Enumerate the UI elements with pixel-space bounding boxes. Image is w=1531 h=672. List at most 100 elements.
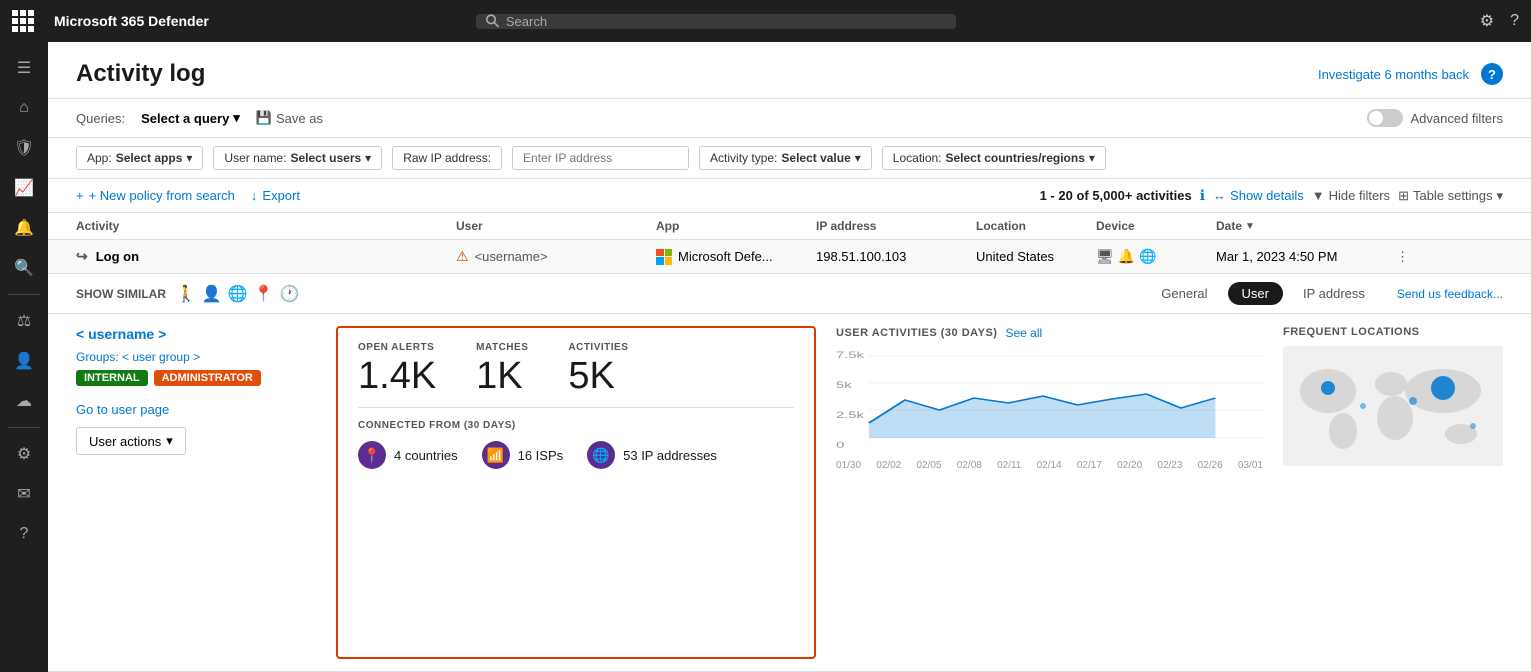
show-details-button[interactable]: ↔ Show details bbox=[1213, 188, 1304, 203]
send-feedback-link[interactable]: Send us feedback... bbox=[1397, 287, 1503, 301]
sidebar-item-settings[interactable]: ⚙ bbox=[4, 436, 44, 472]
x-label-9: 02/26 bbox=[1198, 460, 1223, 471]
stats-box: OPEN ALERTS 1.4K MATCHES 1K ACTIVITIES 5… bbox=[336, 326, 816, 659]
table-settings-button[interactable]: ⊞ Table settings ▾ bbox=[1398, 188, 1503, 204]
sidebar-item-mail[interactable]: ✉ bbox=[4, 476, 44, 512]
x-label-4: 02/11 bbox=[997, 460, 1021, 471]
activity-filter[interactable]: Activity type: Select value ▾ bbox=[699, 146, 872, 170]
world-map-svg bbox=[1283, 346, 1503, 466]
user-value: <username> bbox=[475, 249, 548, 264]
activities-label: ACTIVITIES bbox=[568, 342, 628, 353]
user-card-groups: Groups: < user group > bbox=[76, 350, 316, 364]
chevron-down-icon: ▾ bbox=[233, 110, 240, 126]
ip-icon[interactable]: 🌐 bbox=[228, 284, 248, 304]
sidebar-item-actions[interactable]: ⚖ bbox=[4, 303, 44, 339]
tab-user[interactable]: User bbox=[1228, 282, 1283, 305]
user-card-name[interactable]: < username > bbox=[76, 326, 316, 342]
sidebar-item-identity[interactable]: 👤 bbox=[4, 343, 44, 379]
x-label-5: 02/14 bbox=[1037, 460, 1062, 471]
tab-ip[interactable]: IP address bbox=[1289, 282, 1379, 305]
badge-internal: INTERNAL bbox=[76, 370, 148, 386]
tabs-area: General User IP address Send us feedback… bbox=[1147, 282, 1503, 305]
activity-value: Log on bbox=[96, 249, 139, 264]
info-icon: ℹ bbox=[1200, 187, 1205, 204]
export-button[interactable]: ↓ Export bbox=[251, 188, 300, 203]
user-cell: ⚠ <username> bbox=[456, 248, 656, 265]
open-alerts-label: OPEN ALERTS bbox=[358, 342, 436, 353]
activity-cell: ↪ Log on bbox=[76, 248, 456, 265]
user-icon[interactable]: 👤 bbox=[202, 284, 222, 304]
location-filter-value: Select countries/regions bbox=[946, 151, 1085, 165]
row-more-icon[interactable]: ⋮ bbox=[1396, 249, 1426, 265]
clock-icon[interactable]: 🕐 bbox=[280, 284, 300, 304]
sidebar-item-cloud[interactable]: ☁ bbox=[4, 383, 44, 419]
globe-icon: 🌐 bbox=[1139, 248, 1156, 265]
chevron-app-icon: ▾ bbox=[186, 151, 192, 165]
location-icon-stat: 📍 bbox=[358, 441, 386, 469]
settings-icon[interactable]: ⚙ bbox=[1480, 11, 1494, 31]
group-link[interactable]: < user group > bbox=[122, 350, 200, 364]
save-icon: 💾 bbox=[256, 110, 272, 126]
filters-row: App: Select apps ▾ User name: Select use… bbox=[48, 138, 1531, 179]
location-filter[interactable]: Location: Select countries/regions ▾ bbox=[882, 146, 1106, 170]
sidebar-item-home[interactable]: ⌂ bbox=[4, 90, 44, 126]
hide-filters-button[interactable]: ▼ Hide filters bbox=[1312, 188, 1390, 203]
activities-value: 5K bbox=[568, 357, 628, 395]
help-button[interactable]: ? bbox=[1481, 63, 1503, 85]
sidebar-item-alerts[interactable]: 🔔 bbox=[4, 210, 44, 246]
download-icon: ↓ bbox=[251, 188, 258, 203]
waffle-menu[interactable] bbox=[12, 10, 34, 32]
user-actions-button[interactable]: User actions ▾ bbox=[76, 427, 186, 455]
ip-icon-stat: 🌐 bbox=[587, 441, 615, 469]
ip-filter-input[interactable] bbox=[512, 146, 689, 170]
sidebar-item-shield[interactable]: 🛡 bbox=[4, 130, 44, 166]
svg-text:2.5k: 2.5k bbox=[836, 410, 865, 420]
col-date-sort[interactable]: Date ▼ bbox=[1216, 219, 1396, 233]
svg-text:0: 0 bbox=[836, 440, 844, 450]
app-title: Microsoft 365 Defender bbox=[54, 13, 209, 29]
sidebar-item-help[interactable]: ? bbox=[4, 516, 44, 552]
chart-labels: 01/30 02/02 02/05 02/08 02/11 02/14 02/1… bbox=[836, 460, 1263, 471]
hide-filters-label: Hide filters bbox=[1329, 188, 1390, 203]
tab-general[interactable]: General bbox=[1147, 282, 1221, 305]
search-bar[interactable] bbox=[476, 14, 956, 29]
sidebar-item-chart[interactable]: 📈 bbox=[4, 170, 44, 206]
go-to-user-link[interactable]: Go to user page bbox=[76, 402, 316, 417]
col-app: App bbox=[656, 219, 816, 233]
new-policy-button[interactable]: + + New policy from search bbox=[76, 188, 235, 203]
countries-value: 4 countries bbox=[394, 448, 458, 463]
stats-top: OPEN ALERTS 1.4K MATCHES 1K ACTIVITIES 5… bbox=[358, 342, 794, 408]
table-row[interactable]: ↪ Log on ⚠ <username> Microsoft Defe... … bbox=[48, 240, 1531, 274]
help-icon[interactable]: ? bbox=[1510, 12, 1519, 30]
sidebar-item-search[interactable]: 🔍 bbox=[4, 250, 44, 286]
arrow-right-icon: ↔ bbox=[1213, 188, 1226, 203]
show-details-label: Show details bbox=[1230, 188, 1304, 203]
sidebar: ☰ ⌂ 🛡 📈 🔔 🔍 ⚖ 👤 ☁ ⚙ ✉ ? bbox=[0, 42, 48, 672]
search-input[interactable] bbox=[506, 14, 947, 29]
see-all-link[interactable]: See all bbox=[1005, 326, 1042, 340]
investigate-link[interactable]: Investigate 6 months back bbox=[1318, 67, 1469, 82]
map-title: FREQUENT LOCATIONS bbox=[1283, 326, 1503, 338]
app-filter[interactable]: App: Select apps ▾ bbox=[76, 146, 203, 170]
person-icon[interactable]: 🚶 bbox=[176, 284, 196, 304]
sidebar-item-menu[interactable]: ☰ bbox=[4, 50, 44, 86]
monitor-icon: 🖥 bbox=[1096, 248, 1114, 265]
nav-icons: ⚙ ? bbox=[1480, 11, 1519, 31]
chevron-table-icon: ▾ bbox=[1496, 188, 1503, 204]
search-icon bbox=[486, 14, 499, 28]
activity-count: 1 - 20 of 5,000+ activities bbox=[1040, 188, 1192, 203]
matches-label: MATCHES bbox=[476, 342, 528, 353]
user-filter[interactable]: User name: Select users ▾ bbox=[213, 146, 382, 170]
select-query-dropdown[interactable]: Select a query ▾ bbox=[141, 110, 240, 126]
chart-header: USER ACTIVITIES (30 DAYS) See all bbox=[836, 326, 1263, 340]
chevron-user-icon: ▾ bbox=[365, 151, 371, 165]
app-filter-label: App: bbox=[87, 151, 112, 165]
save-as-button[interactable]: 💾 Save as bbox=[256, 110, 323, 126]
ips-item: 🌐 53 IP addresses bbox=[587, 441, 717, 469]
advanced-filters-toggle[interactable] bbox=[1367, 109, 1403, 127]
table-settings-label: Table settings bbox=[1413, 188, 1493, 203]
plus-icon: + bbox=[76, 188, 84, 203]
x-label-0: 01/30 bbox=[836, 460, 861, 471]
col-location: Location bbox=[976, 219, 1096, 233]
location-icon[interactable]: 📍 bbox=[254, 284, 274, 304]
